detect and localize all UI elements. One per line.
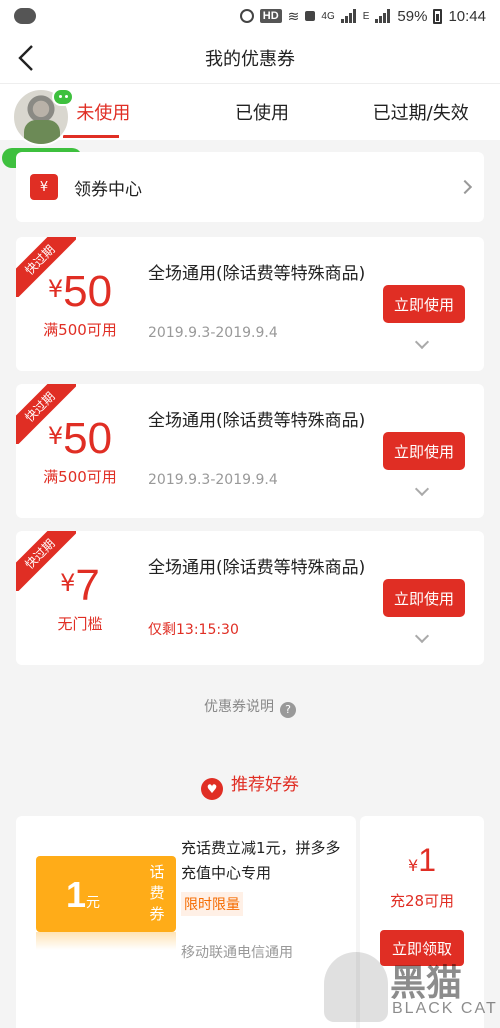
coupon-explanation-label: 优惠券说明 — [204, 699, 274, 715]
tab-bar: 未使用 已使用 已过期/失效 — [0, 84, 500, 140]
battery-percent: 59% — [397, 7, 428, 25]
chevron-down-icon[interactable] — [414, 628, 430, 644]
chevron-down-icon[interactable] — [414, 481, 430, 497]
wechat-bubble-icon — [52, 88, 74, 106]
coupon-description: 全场通用(除话费等特殊商品) — [148, 558, 366, 578]
coupon-condition: 无门槛 — [57, 615, 103, 633]
coupon-amount: ¥50 满500可用 — [16, 267, 144, 340]
signal-icon-2 — [375, 9, 391, 23]
question-icon: ? — [280, 702, 296, 718]
coupon-condition: 满500可用 — [43, 468, 117, 486]
recommend-heading: ♥ 推荐好券 — [0, 770, 500, 800]
use-now-button[interactable]: 立即使用 — [383, 579, 465, 617]
lock-icon — [305, 11, 316, 21]
coupon-card: 快过期 ¥50 满500可用 全场通用(除话费等特殊商品) 2019.9.3-2… — [16, 384, 484, 518]
coupon-date: 2019.9.3-2019.9.4 — [148, 325, 278, 341]
coupon-description: 全场通用(除话费等特殊商品) — [148, 264, 366, 284]
signal-icon — [340, 9, 357, 23]
chevron-down-icon[interactable] — [414, 334, 430, 350]
coupon-amount: ¥50 满500可用 — [16, 414, 144, 487]
coupon-condition: 满500可用 — [43, 321, 117, 339]
coupon-center-row[interactable]: ¥ 领券中心 — [16, 152, 484, 222]
ticket-unit: 元 — [86, 894, 101, 910]
limited-tag: 限时限量 — [181, 892, 243, 916]
recommend-condition: 充28可用 — [389, 892, 455, 910]
chevron-left-icon — [18, 45, 33, 71]
coupon-card: 快过期 ¥50 满500可用 全场通用(除话费等特殊商品) 2019.9.3-2… — [16, 237, 484, 371]
use-now-button[interactable]: 立即使用 — [383, 432, 465, 470]
title-bar: 我的优惠券 — [0, 32, 500, 84]
carrier-note: 移动联通电信通用 — [181, 945, 293, 961]
back-button[interactable] — [12, 42, 42, 74]
hd-badge: HD — [259, 9, 282, 23]
heart-icon: ♥ — [201, 778, 223, 800]
coupon-center-icon: ¥ — [30, 174, 58, 200]
black-cat-logo-icon — [324, 952, 388, 1022]
use-now-button[interactable]: 立即使用 — [383, 285, 465, 323]
ticket-value: 1 — [66, 874, 87, 915]
coupon-card: 快过期 ¥7 无门槛 全场通用(除话费等特殊商品) 仅剩13:15:30 立即使… — [16, 531, 484, 665]
alarm-icon — [239, 9, 254, 23]
coupon-explanation-link[interactable]: 优惠券说明? — [0, 696, 500, 718]
coupon-amount: ¥7 无门槛 — [16, 561, 144, 634]
recommend-card[interactable]: 1元 话费券 充话费立减1元，拼多多充值中心专用 限时限量 移动联通电信通用 — [16, 816, 356, 1028]
wifi-icon: ≋ — [287, 7, 300, 24]
clock: 10:44 — [448, 7, 486, 25]
ticket-shadow — [36, 932, 176, 950]
page-title: 我的优惠券 — [205, 48, 295, 70]
status-bar: HD ≋ 4G E 59% 10:44 — [0, 0, 500, 32]
coupon-center-label: 领券中心 — [74, 179, 142, 200]
tab-expired[interactable]: 已过期/失效 — [341, 84, 500, 140]
wechat-icon — [14, 8, 36, 24]
watermark: 黑猫 BLACK CAT — [324, 948, 500, 1028]
coupon-description: 全场通用(除话费等特殊商品) — [148, 411, 366, 431]
phone-credit-ticket: 1元 话费券 — [36, 856, 176, 932]
recommend-price: ¥1 — [408, 842, 436, 878]
chevron-right-icon — [457, 179, 473, 195]
coupon-date: 2019.9.3-2019.9.4 — [148, 472, 278, 488]
e-label: E — [362, 10, 370, 22]
ticket-vertical-label: 话费券 — [149, 863, 165, 923]
recommend-description: 充话费立减1元，拼多多充值中心专用 — [181, 839, 341, 882]
network-label: 4G — [321, 10, 335, 22]
watermark-en: BLACK CAT — [392, 1000, 498, 1017]
tab-used[interactable]: 已使用 — [183, 84, 342, 140]
battery-icon — [433, 8, 443, 24]
watermark-cn: 黑猫 — [390, 963, 463, 1004]
coupon-countdown: 仅剩13:15:30 — [148, 622, 239, 638]
recommend-title: 推荐好券 — [231, 775, 299, 795]
